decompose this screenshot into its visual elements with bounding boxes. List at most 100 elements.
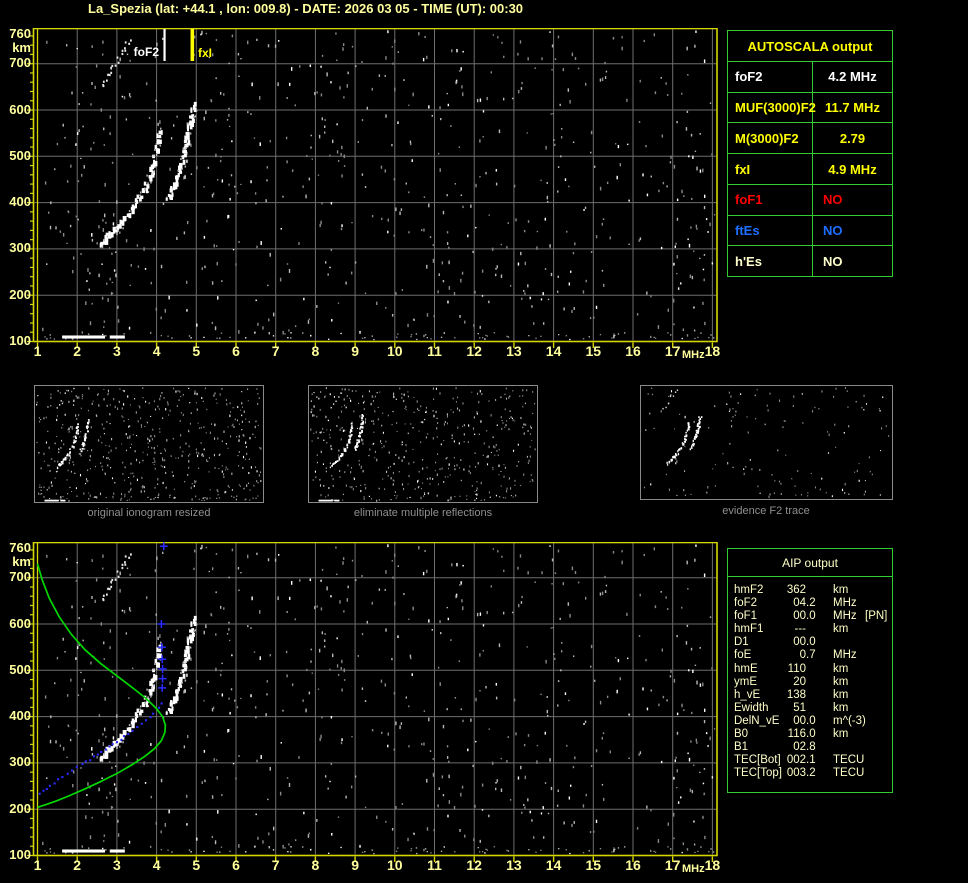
x-axis-tick-label: 11 [427, 343, 442, 359]
aip-row-unit: m^(-3) [833, 714, 866, 727]
x-axis-tick-label: 15 [585, 343, 602, 359]
aip-row-ewidth: Ewidth 51 km [728, 702, 892, 715]
x-axis-unit: MHz [682, 349, 705, 361]
x-axis-tick-label: 14 [545, 857, 562, 873]
autoscala-row-value: NO [823, 192, 843, 208]
autoscala-table-title: AUTOSCALA output [728, 31, 892, 62]
aip-row-value-frac: .8 [806, 741, 816, 754]
y-axis-tick-label: 400 [9, 708, 31, 724]
thumbnail-caption-evidence: evidence F2 trace [722, 505, 810, 517]
autoscala-row-value: 11.7 MHz [825, 100, 880, 116]
autoscala-row-fof2: foF2 4.2 MHz [728, 62, 892, 93]
y-axis-tick-label: 760 [9, 540, 31, 555]
aip-row-unit: km [833, 662, 849, 675]
aip-row-fof2: foF2 04.2 MHz [728, 597, 892, 610]
thumbnail-evidence-f2-trace [640, 385, 893, 500]
y-axis-tick-label: 500 [9, 661, 31, 677]
aip-output-table: AIP output hmF2 362 km foF2 04.2 MHz foF1 00.0 M… [727, 548, 893, 793]
y-axis-tick-label: 700 [9, 55, 31, 71]
x-axis-tick-label: 5 [192, 343, 201, 359]
autoscala-table-rows: foF2 4.2 MHz MUF(3000)F2 11.7 MHz M(3000)F2 2… [728, 62, 892, 277]
aip-row-value-frac: .7 [806, 649, 816, 662]
aip-row-hmf1: hmF1 --- km [728, 623, 892, 636]
y-axis-tick-label: 600 [9, 615, 31, 631]
aip-row-unit: TECU [833, 754, 865, 767]
aip-row-value-frac: .0 [806, 610, 816, 623]
autoscala-row-label: foF2 [728, 62, 813, 92]
autoscala-row-muf3000f2: MUF(3000)F2 11.7 MHz [728, 92, 892, 124]
aip-row-value-frac: .1 [806, 754, 816, 767]
aip-row-value-int: 116 [787, 728, 806, 741]
aip-row-b0: B0 116.0 km [728, 728, 892, 741]
fxi-marker-label: fxI [198, 46, 213, 60]
x-axis-tick-label: 7 [271, 857, 280, 873]
aip-row-hmf2: hmF2 362 km [728, 584, 892, 597]
aip-row-hme: hmE 110 km [728, 663, 892, 676]
aip-row-value-int: 110 [787, 662, 806, 675]
aip-row-foe: foE 0.7 MHz [728, 649, 892, 662]
thumbnail-original-ionogram [34, 385, 264, 503]
aip-row-unit: MHz [833, 597, 857, 610]
x-axis-tick-label: 4 [152, 343, 161, 359]
x-axis-tick-label: 7 [271, 343, 280, 359]
autoscala-row-m3000f2: M(3000)F2 2.79 [728, 123, 892, 155]
autoscala-row-value: NO [823, 222, 843, 238]
aip-row-unit: km [833, 701, 849, 714]
profile-plot-canvas [27, 542, 718, 862]
aip-row-value-int: 138 [786, 688, 806, 701]
aip-row-delnve: DelN_vE 00.0 m^(-3) [728, 715, 892, 728]
x-axis-tick-label: 16 [625, 857, 641, 873]
y-axis-tick-label: 500 [9, 147, 31, 163]
y-axis-unit: km [12, 40, 31, 55]
autoscala-row-fxi: fxI 4.9 MHz [728, 154, 892, 185]
autoscala-row-value: 2.79 [839, 130, 866, 146]
y-axis-unit: km [12, 554, 31, 569]
aip-row-value-int: --- [794, 623, 807, 636]
autoscala-screen: La_Spezia (lat: +44.1 , lon: 009.8) - DA… [0, 0, 968, 883]
aip-row-unit: TECU [833, 767, 865, 780]
aip-row-b1: B1 02.8 [728, 741, 892, 754]
y-axis-tick-label: 200 [9, 800, 31, 816]
aip-row-value-int: 003 [786, 767, 806, 780]
aip-row-yme: ymE 20 km [728, 676, 892, 689]
x-axis-tick-label: 2 [73, 857, 82, 873]
y-axis-tick-label: 200 [9, 286, 31, 302]
aip-row-unit: km [833, 584, 849, 596]
x-axis-tick-label: 6 [232, 343, 240, 359]
aip-row-fof1: foF1 00.0 MHz [PN] [728, 610, 892, 623]
aip-row-hve: h_vE 138 km [728, 689, 892, 702]
x-axis-tick-label: 6 [232, 857, 240, 873]
x-axis-tick-label: 8 [311, 343, 320, 359]
thumbnail-caption-original: original ionogram resized [87, 507, 211, 519]
x-axis-tick-label: 8 [311, 857, 320, 873]
aip-row-unit: km [833, 688, 849, 701]
autoscala-row-hes: h'Es NO [728, 246, 892, 277]
autoscala-row-fof1: foF1 NO [728, 184, 892, 216]
x-axis-tick-label: 16 [625, 343, 641, 359]
aip-row-value-frac: .2 [806, 597, 816, 610]
x-axis-tick-label: 5 [192, 857, 201, 873]
x-axis-tick-label: 10 [387, 343, 403, 359]
x-axis-tick-label: 1 [33, 857, 42, 873]
x-axis-tick-label: 10 [387, 857, 403, 873]
autoscala-row-ftes: ftEs NO [728, 215, 892, 247]
autoscala-output-table: AUTOSCALA output foF2 4.2 MHz MUF(3000)F2 1… [727, 30, 893, 277]
aip-row-value-int: 02 [793, 741, 806, 754]
y-axis-tick-label: 600 [9, 101, 31, 117]
y-axis-tick-label: 300 [9, 754, 31, 770]
y-axis-tick-label: 760 [9, 26, 31, 41]
autoscala-row-label: foF1 [728, 184, 813, 215]
aip-row-tecbot: TEC[Bot] 002.1 TECU [728, 754, 892, 767]
aip-row-extra: [PN] [865, 610, 888, 623]
aip-row-value-int: 002 [786, 754, 806, 767]
aip-row-value-frac: .2 [806, 767, 816, 780]
x-axis-tick-label: 13 [506, 857, 522, 873]
aip-row-value-int: 51 [793, 701, 806, 714]
x-axis-tick-label: 11 [427, 857, 442, 873]
autoscala-row-label: M(3000)F2 [728, 123, 813, 154]
autoscala-row-label: h'Es [728, 246, 813, 277]
x-axis-tick-label: 4 [152, 857, 161, 873]
x-axis-tick-label: 12 [466, 857, 482, 873]
autoscala-row-label: fxI [728, 154, 813, 184]
x-axis-tick-label: 12 [466, 343, 482, 359]
